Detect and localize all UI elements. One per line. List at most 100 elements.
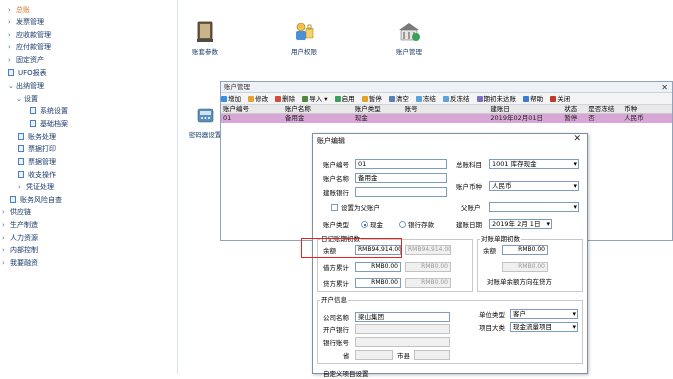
add-icon <box>221 96 227 102</box>
desktop-icon-account-management[interactable]: 账户管理 <box>379 20 439 56</box>
chevron-right-icon: › <box>8 56 11 64</box>
chevron-right-icon: › <box>2 246 5 254</box>
open-date-picker[interactable]: 2019年 2月 1日 <box>489 219 552 229</box>
nav-item-payable[interactable]: › 应付款管理 <box>8 41 51 53</box>
type-cash-radio[interactable]: 现金 <box>361 221 383 230</box>
column-header[interactable]: 账户名称 <box>283 105 353 113</box>
desktop-icon-user-permission[interactable]: 用户权限 <box>274 20 334 56</box>
column-header[interactable]: 币种 <box>622 105 672 113</box>
nav-item-ufo-report[interactable]: UFO报表 <box>8 67 47 79</box>
column-header[interactable]: 账户类型 <box>353 105 403 113</box>
button-label: 增加 <box>228 95 241 103</box>
table-cell: 01 <box>223 114 232 122</box>
open-bank-field <box>355 324 450 334</box>
nav-item-settings[interactable]: ⌄ 设置 <box>16 93 38 105</box>
desktop-icon-ledger-params[interactable]: 账套参数 <box>175 20 235 56</box>
column-header[interactable]: 账号 <box>403 105 489 113</box>
field-label: 账户类型 <box>323 221 349 229</box>
pause-icon <box>361 96 368 102</box>
company-field[interactable]: 梁山集团 <box>355 312 450 322</box>
table-header: 账户编号 账户名称 账户类型 账号 建账日 状态 是否冻结 币种 <box>221 105 672 114</box>
account-no-field[interactable]: 01 <box>355 159 447 169</box>
close-button[interactable]: 关闭 <box>550 93 570 105</box>
import-button[interactable]: 导入 ▾ <box>302 93 328 105</box>
close-icon[interactable]: ✕ <box>573 134 581 144</box>
button-label: 修改 <box>255 95 269 103</box>
nav-label: 设置 <box>24 95 38 103</box>
nav-label: 收支操作 <box>28 171 56 179</box>
freeze-icon <box>415 96 422 102</box>
ledger-book-icon <box>192 20 218 44</box>
account-name-field[interactable]: 备用金 <box>355 173 447 183</box>
edit-button[interactable]: 修改 <box>248 93 268 105</box>
nav-label: 出纳管理 <box>16 82 44 90</box>
icon-label: 账户管理 <box>396 48 422 56</box>
radio-label: 现金 <box>370 221 383 229</box>
nav-item-basic-archive[interactable]: 基础档案 <box>30 118 68 130</box>
column-header[interactable]: 账户编号 <box>221 105 283 113</box>
column-header[interactable]: 是否冻结 <box>586 105 622 113</box>
credit-total-field[interactable]: RMB0.00 <box>355 278 401 288</box>
nav-label: 发票管理 <box>16 18 44 26</box>
unit-type-select[interactable]: 客户 <box>510 309 578 319</box>
project-category-select[interactable]: 现金流量项目 <box>510 322 578 332</box>
statement-balance-field-secondary: RMB0.00 <box>502 262 548 272</box>
button-label: 导入 <box>309 95 323 103</box>
gl-subject-select[interactable]: 1001 库存现金 <box>489 159 579 169</box>
nav-item-accounting[interactable]: 账务处理 <box>18 131 56 143</box>
document-icon <box>18 133 24 140</box>
nav-item-cashier[interactable]: ⌄ 出纳管理 <box>8 80 44 92</box>
parent-account-select[interactable] <box>489 202 579 212</box>
type-bank-radio[interactable]: 银行存款 <box>399 221 434 230</box>
field-label: 账户编号 <box>323 161 349 169</box>
nav-item-fixed-assets[interactable]: › 固定资产 <box>8 54 44 66</box>
nav-item-manufacturing[interactable]: › 生产制造 <box>2 219 38 231</box>
statement-direction-note: 对账单余额方向在贷方 <box>487 278 552 286</box>
document-icon <box>18 171 24 178</box>
nav-item-supply-chain[interactable]: › 供应链 <box>2 206 31 218</box>
nav-label: 系统设置 <box>40 107 68 115</box>
balance-field-secondary: RMB94,914.00 <box>405 245 451 255</box>
freeze-button[interactable]: 冻结 <box>415 93 436 105</box>
field-label: 余额 <box>483 247 496 255</box>
enable-button[interactable]: 启用 <box>334 93 355 105</box>
table-cell: 2019年02月01日 <box>490 114 543 122</box>
nav-item-receivable[interactable]: › 应收款管理 <box>8 29 51 41</box>
nav-label: 人力资源 <box>10 234 38 242</box>
clear-button[interactable]: 清空 <box>388 93 409 105</box>
nav-item-hr[interactable]: › 人力资源 <box>2 232 38 244</box>
unfreeze-icon <box>442 96 449 102</box>
document-icon <box>30 120 36 127</box>
currency-select[interactable]: 人民币 <box>489 181 579 191</box>
debit-total-field[interactable]: RMB0.00 <box>355 262 401 272</box>
opening-unreconciled-button[interactable]: 期初未达账 <box>476 93 516 105</box>
field-label: 公司名称 <box>323 314 349 322</box>
nav-label: 账务处理 <box>28 133 56 141</box>
bank-field[interactable] <box>355 187 447 197</box>
nav-item-risk-check[interactable]: 账务风险自查 <box>10 194 62 206</box>
user-permission-icon <box>291 20 317 44</box>
window-title: 账户管理 <box>224 83 250 91</box>
dialog-title: 账户编辑 <box>313 134 587 148</box>
nav-item-bill-print[interactable]: 票据打印 <box>18 143 56 155</box>
nav-item-general-ledger[interactable]: › 总账 <box>8 4 30 16</box>
help-button[interactable]: 帮助 <box>523 93 543 105</box>
nav-item-invoice[interactable]: › 发票管理 <box>8 16 44 28</box>
unfreeze-button[interactable]: 反冻结 <box>442 93 469 105</box>
nav-item-bill-manage[interactable]: 票据管理 <box>18 156 56 168</box>
nav-item-voucher[interactable]: › 凭证处理 <box>18 181 54 193</box>
add-button[interactable]: 增加 <box>221 93 241 105</box>
column-header[interactable]: 建账日 <box>488 105 562 113</box>
close-icon[interactable]: ✕ <box>661 82 668 93</box>
nav-item-financing[interactable]: › 我要融资 <box>2 257 38 269</box>
delete-button[interactable]: 删除 <box>275 93 295 105</box>
field-label: 账户名称 <box>323 175 349 183</box>
nav-item-internal-control[interactable]: › 内部控制 <box>2 244 38 256</box>
statement-balance-field[interactable]: RMB0.00 <box>502 245 548 255</box>
table-row[interactable]: 01 备用金 现金 2019年02月01日 暂停 否 人民币 <box>221 114 672 123</box>
parent-account-checkbox[interactable]: 设置为父账户 <box>331 204 380 213</box>
column-header[interactable]: 状态 <box>562 105 586 113</box>
nav-item-income-expense[interactable]: 收支操作 <box>18 169 56 181</box>
nav-item-system-settings[interactable]: 系统设置 <box>30 105 68 117</box>
pause-button[interactable]: 暂停 <box>361 93 382 105</box>
